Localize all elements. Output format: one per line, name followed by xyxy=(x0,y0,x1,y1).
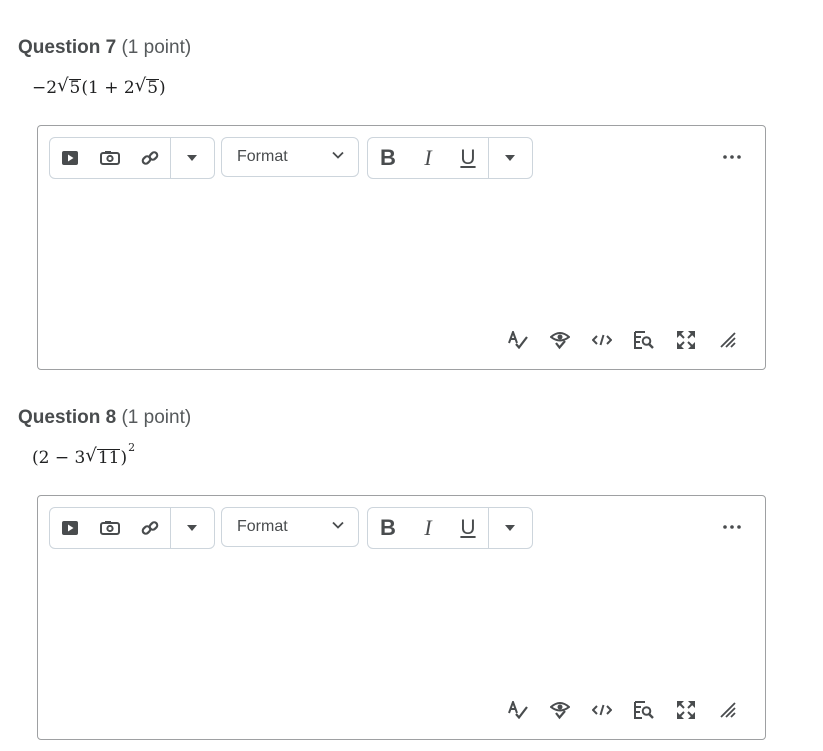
chevron-down-icon xyxy=(332,151,344,159)
caret-down-icon xyxy=(505,525,515,531)
sqrt-icon: √ xyxy=(85,445,97,466)
expr-tail: ) xyxy=(120,448,128,468)
accessibility-check-button[interactable] xyxy=(539,697,581,723)
link-icon xyxy=(141,521,159,535)
spellcheck-button[interactable] xyxy=(497,327,539,353)
expr-mid: (1 + 2 xyxy=(81,78,135,98)
radicand: 11 xyxy=(96,448,121,468)
insert-link-button[interactable] xyxy=(130,508,170,548)
fullscreen-icon xyxy=(677,701,695,719)
resize-handle[interactable] xyxy=(707,697,749,723)
answer-editor-q7[interactable]: Format B I U xyxy=(37,125,766,370)
insert-more-button[interactable] xyxy=(171,138,213,178)
resize-handle[interactable] xyxy=(707,327,749,353)
spellcheck-icon xyxy=(508,701,528,719)
insert-group xyxy=(49,507,215,549)
insert-link-button[interactable] xyxy=(130,138,170,178)
formatting-group: B I U xyxy=(367,507,533,549)
video-icon xyxy=(62,521,78,535)
caret-down-icon xyxy=(187,525,197,531)
radicand: 5 xyxy=(146,78,160,98)
formatting-more-button[interactable] xyxy=(489,508,531,548)
accessibility-check-icon xyxy=(550,332,570,350)
more-actions-button[interactable] xyxy=(721,137,743,177)
question-points: (1 point) xyxy=(121,407,192,428)
ellipsis-icon xyxy=(723,525,741,529)
fullscreen-icon xyxy=(677,331,695,349)
sqrt-icon: √ xyxy=(134,75,147,96)
question-expression: (2 − 3 √ 11 ) 2 xyxy=(32,441,135,469)
source-code-button[interactable] xyxy=(581,327,623,353)
question-heading: Question 8 (1 point) xyxy=(18,407,191,429)
more-actions-button[interactable] xyxy=(721,507,743,547)
fullscreen-button[interactable] xyxy=(665,327,707,353)
resize-handle-icon xyxy=(720,702,736,718)
insert-image-button[interactable] xyxy=(90,508,130,548)
insert-image-button[interactable] xyxy=(90,138,130,178)
insert-video-button[interactable] xyxy=(50,138,90,178)
editor-statusbar xyxy=(497,327,749,353)
expr-exponent: 2 xyxy=(128,441,136,454)
chevron-down-icon xyxy=(332,521,344,529)
caret-down-icon xyxy=(187,155,197,161)
radical: √ 5 xyxy=(57,75,82,98)
preview-button[interactable] xyxy=(623,327,665,353)
accessibility-check-button[interactable] xyxy=(539,327,581,353)
spellcheck-icon xyxy=(508,331,528,349)
camera-icon xyxy=(100,521,120,535)
link-icon xyxy=(141,151,159,165)
camera-icon xyxy=(100,151,120,165)
question-number: Question 8 xyxy=(18,407,117,428)
format-dropdown[interactable]: Format xyxy=(221,507,359,547)
insert-group xyxy=(49,137,215,179)
question-points: (1 point) xyxy=(121,37,192,58)
expr-lead: −2 xyxy=(32,78,58,98)
insert-more-button[interactable] xyxy=(171,508,213,548)
insert-video-button[interactable] xyxy=(50,508,90,548)
formatting-group: B I U xyxy=(367,137,533,179)
expr-lead: (2 − 3 xyxy=(32,448,86,468)
bold-button[interactable]: B xyxy=(368,508,408,548)
italic-button[interactable]: I xyxy=(408,508,448,548)
ellipsis-icon xyxy=(723,155,741,159)
radicand: 5 xyxy=(68,78,82,98)
source-code-icon xyxy=(592,334,612,346)
editor-statusbar xyxy=(497,697,749,723)
radical: √ 11 xyxy=(85,445,121,468)
expr-tail: ) xyxy=(159,78,166,98)
preview-icon xyxy=(634,701,654,719)
source-code-button[interactable] xyxy=(581,697,623,723)
format-label: Format xyxy=(237,518,288,535)
resize-handle-icon xyxy=(720,332,736,348)
fullscreen-button[interactable] xyxy=(665,697,707,723)
accessibility-check-icon xyxy=(550,702,570,720)
answer-editor-q8[interactable]: Format B I U xyxy=(37,495,766,740)
bold-button[interactable]: B xyxy=(368,138,408,178)
preview-icon xyxy=(634,331,654,349)
preview-button[interactable] xyxy=(623,697,665,723)
underline-button[interactable]: U xyxy=(448,508,488,548)
italic-button[interactable]: I xyxy=(408,138,448,178)
radical: √ 5 xyxy=(134,75,160,98)
format-dropdown[interactable]: Format xyxy=(221,137,359,177)
format-label: Format xyxy=(237,148,288,165)
question-number: Question 7 xyxy=(18,37,117,58)
spellcheck-button[interactable] xyxy=(497,697,539,723)
caret-down-icon xyxy=(505,155,515,161)
sqrt-icon: √ xyxy=(57,75,69,96)
source-code-icon xyxy=(592,704,612,716)
underline-button[interactable]: U xyxy=(448,138,488,178)
question-expression: −2 √ 5 (1 + 2 √ 5 ) xyxy=(32,77,166,99)
formatting-more-button[interactable] xyxy=(489,138,531,178)
question-heading: Question 7 (1 point) xyxy=(18,37,191,59)
video-icon xyxy=(62,151,78,165)
